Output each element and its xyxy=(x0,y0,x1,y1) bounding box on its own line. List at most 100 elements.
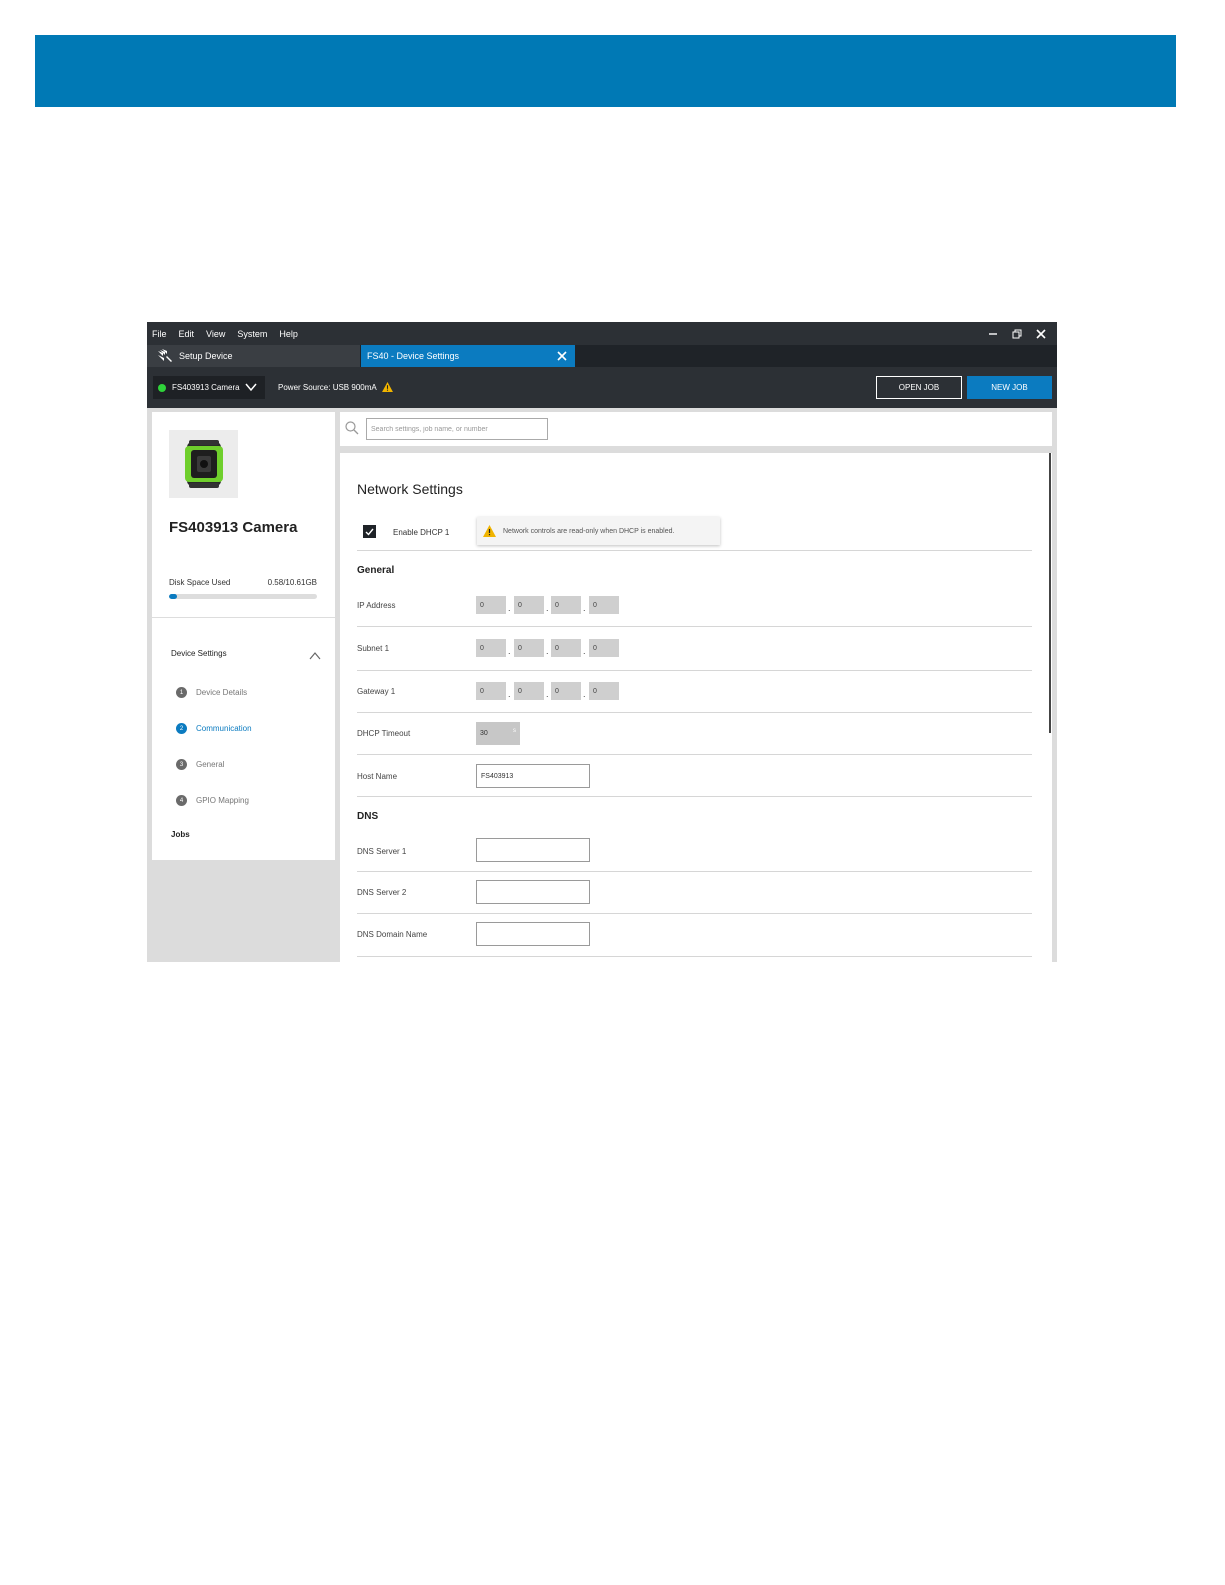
camera-icon xyxy=(184,440,223,488)
divider xyxy=(357,956,1032,957)
enable-dhcp-checkbox[interactable] xyxy=(363,525,376,538)
ip-dot: . xyxy=(508,689,511,699)
dns-server-1-label: DNS Server 1 xyxy=(357,847,407,856)
divider xyxy=(357,796,1032,797)
minimize-icon[interactable] xyxy=(981,322,1005,345)
dns-domain-name-label: DNS Domain Name xyxy=(357,930,428,939)
subnet-octet-1[interactable]: 0 xyxy=(476,639,506,657)
menu-bar: File Edit View System Help xyxy=(147,322,1057,345)
page-title: Network Settings xyxy=(357,481,463,497)
menu-help[interactable]: Help xyxy=(274,329,305,339)
ip-dot: . xyxy=(546,689,549,699)
sidebar-item-label: GPIO Mapping xyxy=(196,796,249,805)
ip-dot: . xyxy=(583,646,586,656)
power-source: Power Source: USB 900mA xyxy=(278,382,393,392)
dns-server-2-field[interactable] xyxy=(476,880,590,904)
dns-server-2-label: DNS Server 2 xyxy=(357,888,407,897)
menu-system[interactable]: System xyxy=(232,329,274,339)
subnet-octet-2[interactable]: 0 xyxy=(514,639,544,657)
close-window-icon[interactable] xyxy=(1029,322,1053,345)
ip-address-label: IP Address xyxy=(357,601,396,610)
subnet-octet-3[interactable]: 0 xyxy=(551,639,581,657)
ip-dot: . xyxy=(583,689,586,699)
device-settings-section[interactable]: Device Settings xyxy=(171,649,227,658)
restore-icon[interactable] xyxy=(1005,322,1029,345)
sidebar-item-label: Communication xyxy=(196,724,252,733)
step-number: 2 xyxy=(176,723,187,734)
gateway-octet-1[interactable]: 0 xyxy=(476,682,506,700)
sidebar-item-general[interactable]: 3 General xyxy=(176,759,224,770)
open-job-button[interactable]: OPEN JOB xyxy=(876,376,962,399)
disk-space-value: 0.58/10.61GB xyxy=(267,578,317,587)
tab-setup-label: Setup Device xyxy=(179,351,233,361)
chevron-up-icon[interactable] xyxy=(309,648,321,660)
dhcp-notice: Network controls are read-only when DHCP… xyxy=(477,517,720,545)
dns-domain-name-field[interactable] xyxy=(476,922,590,946)
sidebar-item-label: General xyxy=(196,760,225,769)
step-number: 1 xyxy=(176,687,187,698)
checkmark-icon xyxy=(365,528,374,536)
gateway-label: Gateway 1 xyxy=(357,687,396,696)
dhcp-timeout-unit: s xyxy=(513,728,516,734)
device-image xyxy=(169,430,238,498)
ip-octet-2[interactable]: 0 xyxy=(514,596,544,614)
ip-octet-4[interactable]: 0 xyxy=(589,596,619,614)
disk-space-label: Disk Space Used xyxy=(169,578,231,587)
sidebar-divider xyxy=(152,617,335,618)
ip-dot: . xyxy=(508,646,511,656)
warning-icon xyxy=(483,525,496,537)
gateway-octet-3[interactable]: 0 xyxy=(551,682,581,700)
ip-dot: . xyxy=(546,603,549,613)
sidebar-item-communication[interactable]: 2 Communication xyxy=(176,723,252,734)
tab-device-label: FS40 - Device Settings xyxy=(367,351,460,361)
gateway-octet-4[interactable]: 0 xyxy=(589,682,619,700)
dhcp-timeout-value: 30 xyxy=(480,730,488,737)
app-window: File Edit View System Help Setup Device xyxy=(147,322,1057,962)
new-job-button[interactable]: NEW JOB xyxy=(967,376,1052,399)
tab-setup-device[interactable]: Setup Device xyxy=(147,345,360,367)
ip-dot: . xyxy=(583,603,586,613)
device-selector-label: FS403913 Camera xyxy=(172,383,240,392)
divider xyxy=(357,871,1032,872)
divider xyxy=(357,754,1032,755)
ip-octet-3[interactable]: 0 xyxy=(551,596,581,614)
sidebar-item-label: Device Details xyxy=(196,688,248,697)
general-section-title: General xyxy=(357,565,395,576)
gateway-octet-2[interactable]: 0 xyxy=(514,682,544,700)
subnet-label: Subnet 1 xyxy=(357,644,390,653)
menu-file[interactable]: File xyxy=(147,329,174,339)
sidebar: FS403913 Camera Disk Space Used 0.58/10.… xyxy=(152,412,335,860)
window-controls xyxy=(981,322,1053,345)
divider xyxy=(357,913,1032,914)
dhcp-timeout-input[interactable]: 30 s xyxy=(476,722,520,745)
search-input[interactable] xyxy=(366,418,548,440)
step-number: 3 xyxy=(176,759,187,770)
sidebar-item-jobs[interactable]: Jobs xyxy=(171,830,190,839)
warning-icon xyxy=(381,382,393,392)
menu-view[interactable]: View xyxy=(201,329,232,339)
host-name-field[interactable] xyxy=(476,764,590,788)
network-settings-panel: Network Settings Enable DHCP 1 Network c… xyxy=(340,453,1052,962)
chevron-down-icon xyxy=(245,381,257,393)
dns-server-1-field[interactable] xyxy=(476,838,590,862)
ip-octet-1[interactable]: 0 xyxy=(476,596,506,614)
close-tab-icon[interactable] xyxy=(555,349,569,363)
divider xyxy=(357,712,1032,713)
tab-bar: Setup Device FS40 - Device Settings xyxy=(147,345,1057,367)
search-icon xyxy=(345,421,359,435)
power-source-label: Power Source: USB 900mA xyxy=(278,382,377,392)
sidebar-item-device-details[interactable]: 1 Device Details xyxy=(176,687,247,698)
divider xyxy=(357,670,1032,671)
sidebar-item-gpio-mapping[interactable]: 4 GPIO Mapping xyxy=(176,795,249,806)
dhcp-notice-text: Network controls are read-only when DHCP… xyxy=(503,527,675,535)
step-number: 4 xyxy=(176,795,187,806)
device-selector[interactable]: FS403913 Camera xyxy=(153,376,265,399)
ip-dot: . xyxy=(546,646,549,656)
dhcp-timeout-label: DHCP Timeout xyxy=(357,729,411,738)
tab-device-settings[interactable]: FS40 - Device Settings xyxy=(361,345,575,367)
subnet-octet-4[interactable]: 0 xyxy=(589,639,619,657)
scrollbar[interactable] xyxy=(1049,453,1051,733)
search-bar xyxy=(340,412,1052,446)
menu-edit[interactable]: Edit xyxy=(174,329,202,339)
online-status-icon xyxy=(158,383,166,392)
